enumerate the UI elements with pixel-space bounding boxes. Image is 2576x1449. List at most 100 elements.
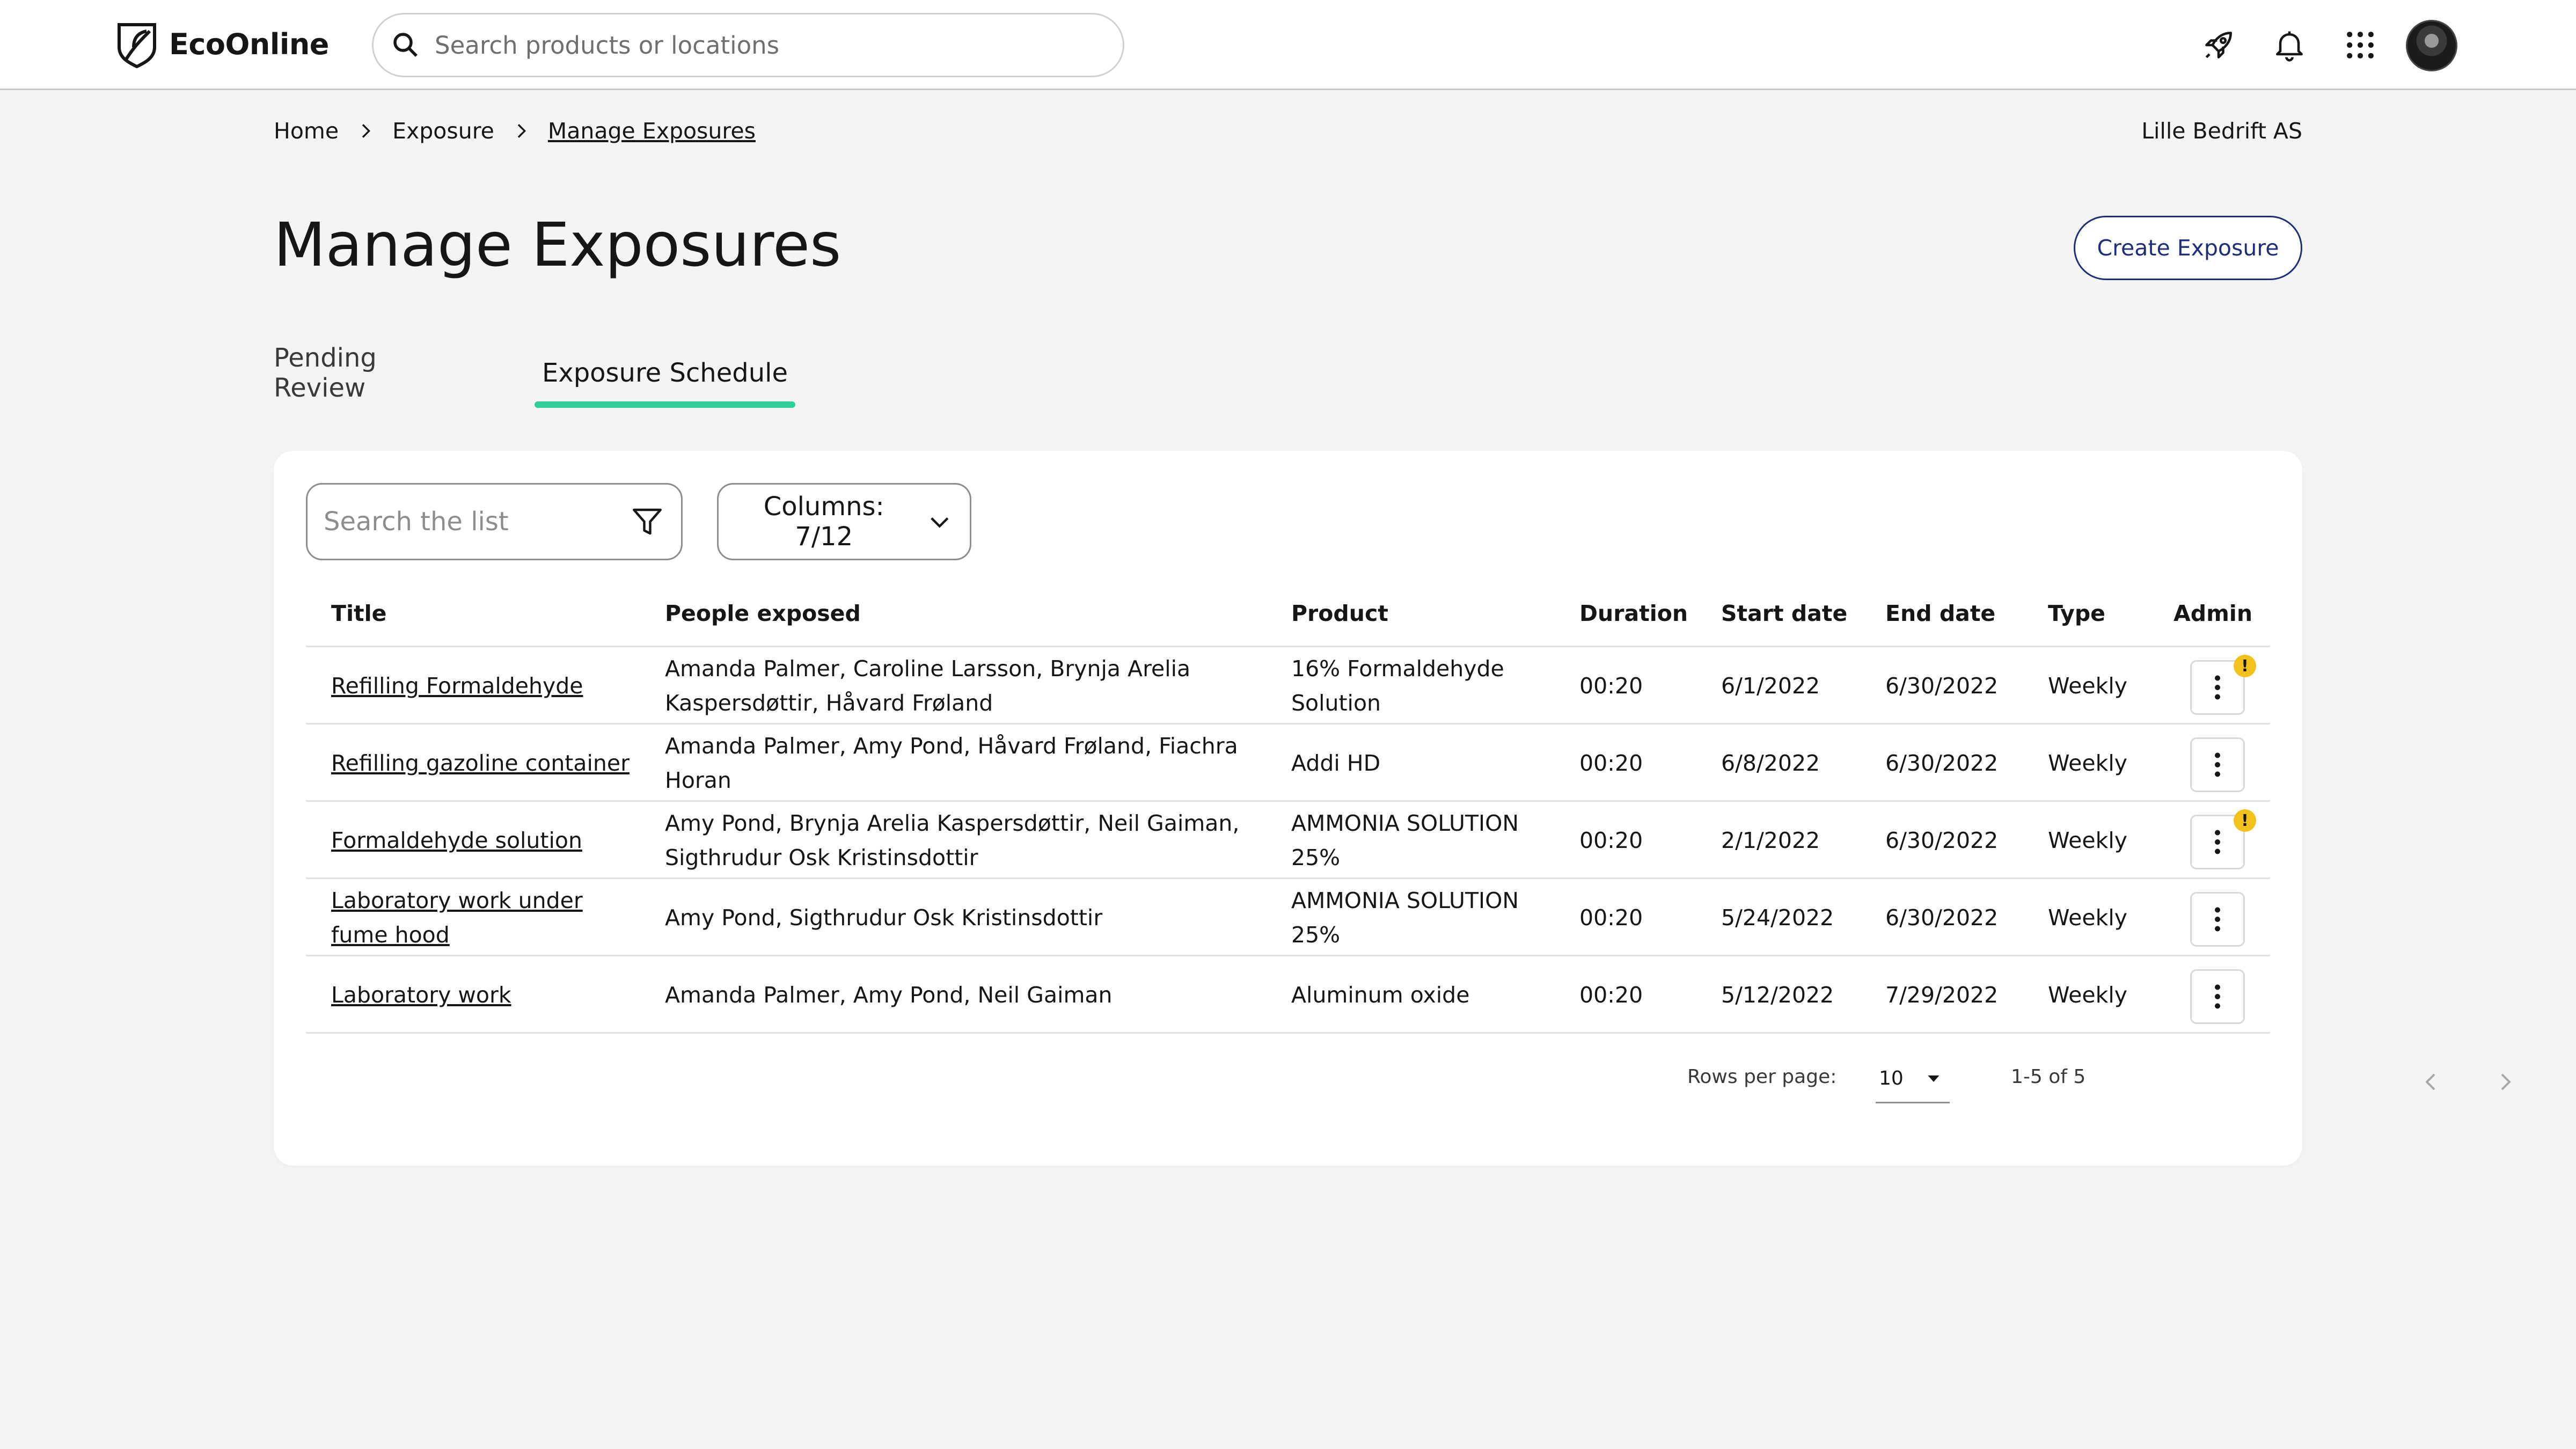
exposure-title-link[interactable]: Laboratory work under fume hood [331,883,583,952]
tab-pending-review[interactable]: Pending Review [274,338,384,408]
exposure-schedule-card: Columns: 7/12 Title People exposed Produ… [274,451,2511,1166]
apps-menu-button[interactable] [2333,18,2387,72]
cell-line: Laboratory work under [331,888,583,913]
row-actions-button[interactable] [2190,969,2245,1024]
duration-cell: 00:20 [1579,956,1643,1034]
column-header-title[interactable]: Title [331,580,386,647]
cell-line: 16% Formaldehyde [1291,656,1504,682]
cell-text: 2/1/2022 [1721,828,1820,853]
type-cell: Weekly [2048,724,2127,802]
row-title-link[interactable]: Refilling Formaldehyde [331,647,583,724]
people-exposed-cell: Amanda Palmer, Amy Pond, Neil Gaiman [665,956,1113,1034]
breadcrumb-current[interactable]: Manage Exposures [548,118,756,144]
exposure-title-link[interactable]: Formaldehyde solution [331,823,582,858]
row-actions-button[interactable] [2190,892,2245,947]
columns-dropdown[interactable]: Columns: 7/12 [717,483,971,560]
cell-text: 16% Formaldehyde Solution [1291,652,1504,720]
page-range: 1-5 of 5 [2011,1066,2086,1088]
exposure-title-link[interactable]: Refilling gazoline container [331,746,630,780]
row-title-link[interactable]: Laboratory work under fume hood [331,879,583,956]
cell-text: 6/30/2022 [1885,905,1999,931]
type-cell: Weekly [2048,879,2127,956]
exposure-title-link[interactable]: Refilling Formaldehyde [331,669,583,703]
cell-text: Weekly [2048,905,2127,931]
exposure-title-link[interactable]: Laboratory work [331,978,511,1012]
more-vertical-icon [2215,984,2220,1009]
product-cell: AMMONIA SOLUTION 25% [1291,879,1519,956]
exposure-table: Title People exposed Product Duration St… [306,580,2270,1034]
cell-line: Amy Pond, Sigthrudur Osk Kristinsdottir [665,905,1103,931]
cell-line: Amanda Palmer, Amy Pond, Håvard Frøland,… [665,733,1238,759]
type-cell: Weekly [2048,802,2127,879]
cell-text: Aluminum oxide [1291,978,1469,1012]
company-name: Lille Bedrift AS [2141,118,2302,144]
type-cell: Weekly [2048,647,2127,724]
product-cell: 16% Formaldehyde Solution [1291,647,1504,724]
tab-label: Exposure Schedule [541,358,788,388]
cell-text: 00:20 [1579,828,1643,853]
filter-icon[interactable] [630,504,665,539]
row-title-link[interactable]: Laboratory work [331,956,511,1034]
duration-cell: 00:20 [1579,647,1643,724]
row-title-link[interactable]: Formaldehyde solution [331,802,582,879]
caret-down-icon [1928,1075,1940,1082]
cell-text: Amanda Palmer, Amy Pond, Neil Gaiman [665,978,1113,1012]
duration-cell: 00:20 [1579,724,1643,802]
page-title: Manage Exposures [274,210,841,280]
chevron-down-icon [931,517,949,528]
end-date-cell: 6/30/2022 [1885,879,1998,956]
people-exposed-cell: Amanda Palmer, Caroline Larsson, Brynja … [665,647,1190,724]
more-vertical-icon [2215,752,2220,777]
cell-line: Horan [665,767,731,793]
page: EcoOnline Search products or locations H… [0,0,2576,1449]
column-header-admin: Admin [2174,601,2253,626]
notifications-button[interactable] [2263,18,2316,72]
breadcrumb-home[interactable]: Home [274,118,339,144]
avatar[interactable] [2406,20,2457,71]
row-title-link[interactable]: Refilling gazoline container [331,724,630,802]
start-date-cell: 5/12/2022 [1721,956,1834,1034]
table-row: Refilling Formaldehyde Amanda Palmer, Car… [306,647,2270,724]
create-exposure-button[interactable]: Create Exposure [2074,216,2302,280]
end-date-cell: 6/30/2022 [1885,647,1998,724]
tab-label: Pending Review [274,343,377,403]
column-header-people[interactable]: People exposed [665,580,861,647]
cell-line: Amanda Palmer, Caroline Larsson, Brynja … [665,656,1191,682]
column-header-end-date[interactable]: End date [1885,580,1995,647]
columns-label: Columns: 7/12 [763,492,884,552]
cell-line: Sigthrudur Osk Kristinsdottir [665,845,978,870]
table-body: Refilling Formaldehyde Amanda Palmer, Car… [306,647,2270,1034]
start-date-cell: 5/24/2022 [1721,879,1834,956]
column-header-start-date[interactable]: Start date [1721,580,1847,647]
row-actions-button[interactable] [2190,737,2245,792]
cell-text: Amy Pond, Brynja Arelia Kaspersdøttir, N… [665,806,1239,875]
more-vertical-icon [2215,907,2220,932]
breadcrumb-exposure[interactable]: Exposure [392,118,494,144]
cell-line: 25% [1291,845,1341,870]
cell-text: 6/8/2022 [1721,750,1820,776]
product-cell: Aluminum oxide [1291,956,1469,1034]
column-header-type[interactable]: Type [2048,580,2105,647]
list-search-input[interactable] [324,507,603,537]
start-date-cell: 6/8/2022 [1721,724,1820,802]
column-header-duration[interactable]: Duration [1579,580,1688,647]
column-header-product[interactable]: Product [1291,580,1388,647]
cell-line: 25% [1291,922,1341,948]
breadcrumb: Home Exposure Manage Exposures [274,118,756,144]
cell-text: Amy Pond, Sigthrudur Osk Kristinsdottir [665,901,1102,935]
cell-text: Addi HD [1291,746,1380,780]
table-header-row: Title People exposed Product Duration St… [306,580,2270,647]
next-page-button[interactable] [2484,1060,2527,1103]
warning-badge-icon: ! [2234,809,2256,832]
cell-text: Weekly [2048,750,2127,776]
cell-line: Amy Pond, Brynja Arelia Kaspersdøttir, N… [665,810,1240,836]
rows-per-page-select[interactable]: 10 [1876,1055,1950,1103]
product-cell: AMMONIA SOLUTION 25% [1291,802,1519,879]
cell-text: 00:20 [1579,905,1643,931]
whats-new-button[interactable] [2192,18,2245,72]
cell-text: 6/30/2022 [1885,673,1999,699]
list-search-box[interactable] [306,483,683,560]
tab-exposure-schedule[interactable]: Exposure Schedule [535,338,795,408]
previous-page-button[interactable] [2410,1060,2453,1103]
cell-line: Kaspersdøttir, Håvard Frøland [665,690,993,716]
